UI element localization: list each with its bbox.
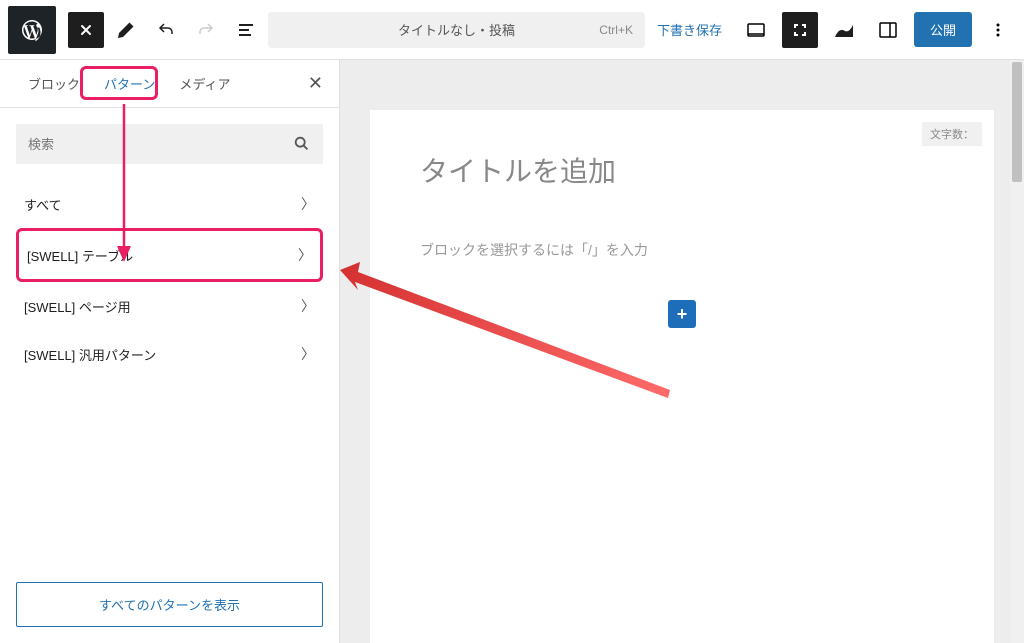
block-placeholder[interactable]: ブロックを選択するには「/」を入力 <box>420 240 944 260</box>
close-panel-button[interactable]: ✕ <box>308 73 323 94</box>
main-layout: ブロック パターン メディア ✕ すべて 〉 [SWELL] テーブル 〉 [S <box>0 60 1024 643</box>
swell-icon[interactable] <box>826 12 862 48</box>
vertical-scrollbar[interactable] <box>1010 60 1024 643</box>
settings-panel-button[interactable] <box>870 12 906 48</box>
search-box[interactable] <box>16 124 323 164</box>
inserter-sidebar: ブロック パターン メディア ✕ すべて 〉 [SWELL] テーブル 〉 [S <box>0 60 340 643</box>
preview-button[interactable] <box>738 12 774 48</box>
document-shortcut: Ctrl+K <box>599 23 633 37</box>
wordpress-logo[interactable] <box>8 6 56 54</box>
scrollbar-thumb[interactable] <box>1012 62 1022 182</box>
close-editor-button[interactable] <box>68 12 104 48</box>
word-count-badge: 文字数： <box>922 122 982 146</box>
top-toolbar: タイトルなし・投稿 Ctrl+K 下書き保存 公開 <box>0 0 1024 60</box>
chevron-right-icon: 〉 <box>301 296 315 316</box>
pattern-item-label: すべて <box>24 195 62 214</box>
pattern-item-label: [SWELL] テーブル <box>27 246 133 265</box>
document-title-bar[interactable]: タイトルなし・投稿 Ctrl+K <box>268 12 645 48</box>
pattern-item-swell-table[interactable]: [SWELL] テーブル 〉 <box>16 228 323 282</box>
editor-canvas-wrapper: 文字数： タイトルを追加 ブロックを選択するには「/」を入力 + <box>340 60 1024 643</box>
show-all-patterns-button[interactable]: すべてのパターンを表示 <box>16 582 323 627</box>
editor-canvas[interactable]: 文字数： タイトルを追加 ブロックを選択するには「/」を入力 + <box>370 110 994 643</box>
undo-button[interactable] <box>148 12 184 48</box>
sidebar-tabs: ブロック パターン メディア ✕ <box>0 60 339 108</box>
edit-tool-button[interactable] <box>108 12 144 48</box>
pattern-category-list: すべて 〉 [SWELL] テーブル 〉 [SWELL] ページ用 〉 [SWE… <box>0 180 339 378</box>
pattern-item-swell-page[interactable]: [SWELL] ページ用 〉 <box>16 282 323 330</box>
chevron-right-icon: 〉 <box>298 245 312 265</box>
post-title-input[interactable]: タイトルを追加 <box>420 150 944 190</box>
search-icon <box>293 135 311 153</box>
add-block-button[interactable]: + <box>668 300 696 328</box>
tab-blocks[interactable]: ブロック <box>16 60 92 107</box>
publish-button[interactable]: 公開 <box>914 12 972 47</box>
pattern-item-swell-general[interactable]: [SWELL] 汎用パターン 〉 <box>16 330 323 378</box>
chevron-right-icon: 〉 <box>301 194 315 214</box>
more-options-button[interactable] <box>980 12 1016 48</box>
pattern-item-label: [SWELL] ページ用 <box>24 297 131 316</box>
tab-media[interactable]: メディア <box>167 60 242 107</box>
chevron-right-icon: 〉 <box>301 344 315 364</box>
pattern-item-all[interactable]: すべて 〉 <box>16 180 323 228</box>
document-outline-button[interactable] <box>228 12 264 48</box>
search-input[interactable] <box>28 137 293 152</box>
pattern-item-label: [SWELL] 汎用パターン <box>24 345 156 364</box>
document-title: タイトルなし・投稿 <box>280 20 633 39</box>
redo-button[interactable] <box>188 12 224 48</box>
top-right-actions: 下書き保存 公開 <box>649 12 1016 48</box>
save-draft-button[interactable]: 下書き保存 <box>649 20 730 39</box>
fullscreen-button[interactable] <box>782 12 818 48</box>
tab-patterns[interactable]: パターン <box>92 60 167 107</box>
